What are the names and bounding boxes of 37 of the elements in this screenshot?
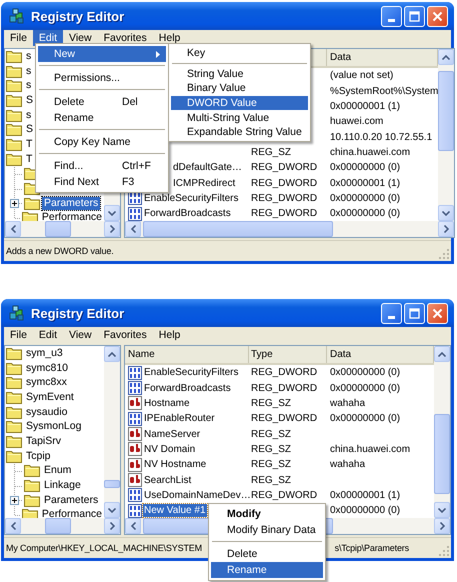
window-title: Registry Editor <box>31 8 126 24</box>
value-data: (value not set) <box>330 70 394 82</box>
value-data: 0x00000000 (0) <box>330 208 400 220</box>
value-data: 0x00000000 (0) <box>330 505 400 516</box>
value-data: 0x00000001 (1) <box>330 178 400 189</box>
status-text: My Computer\HKEY_LOCAL_MACHINE\SYSTEM <box>6 543 202 553</box>
value-type: REG_DWORD <box>251 382 318 394</box>
value-type: REG_DWORD <box>251 178 318 189</box>
value-data: 0x00000000 (0) <box>330 382 400 394</box>
value-data: 10.110.0.20 10.72.55.1 <box>330 132 432 143</box>
value-data: 0x00000000 (0) <box>330 192 400 204</box>
value-data: 0x00000000 (0) <box>330 367 400 378</box>
value-type: REG_SZ <box>251 398 292 409</box>
value-type: REG_DWORD <box>251 208 318 220</box>
value-type: REG_SZ <box>251 474 292 486</box>
value-type: REG_DWORD <box>251 490 318 501</box>
value-data: 0x00000000 (0) <box>330 162 400 174</box>
value-type: REG_SZ <box>251 444 292 455</box>
value-data: 0x00000000 (0) <box>330 413 400 424</box>
value-data: china.huawei.com <box>330 146 410 158</box>
status-text: s\Tcpip\Parameters <box>334 543 409 553</box>
value-type: REG_SZ <box>251 459 292 470</box>
value-type: REG_DWORD <box>251 413 318 424</box>
value-data: %SystemRoot%\System <box>330 86 438 97</box>
value-type: REG_DWORD <box>251 192 318 204</box>
value-data: wahaha <box>330 398 366 409</box>
value-data: china.huawei.com <box>330 444 410 455</box>
status-text: Adds a new DWORD value. <box>6 246 114 256</box>
value-type: REG_DWORD <box>251 367 318 378</box>
value-type: REG_DWORD <box>251 162 318 174</box>
value-type: REG_SZ <box>251 146 292 158</box>
window-title: Registry Editor <box>31 306 126 320</box>
value-data: huawei.com <box>330 116 384 128</box>
value-data: 0x00000001 (1) <box>330 490 400 501</box>
value-type: REG_SZ <box>251 428 292 440</box>
value-data: 0x00000001 (1) <box>330 100 400 112</box>
value-data: wahaha <box>330 459 366 470</box>
